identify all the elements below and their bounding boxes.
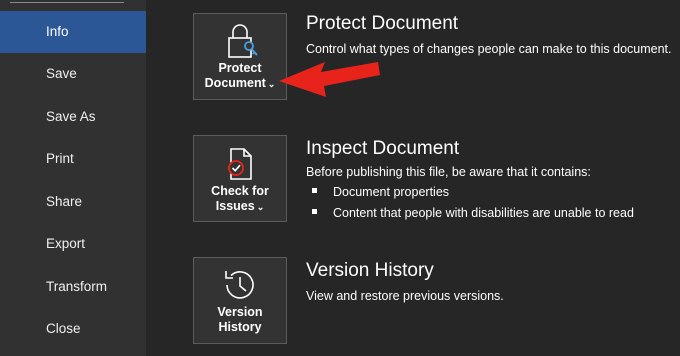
red-arrow-annotation bbox=[279, 62, 380, 97]
